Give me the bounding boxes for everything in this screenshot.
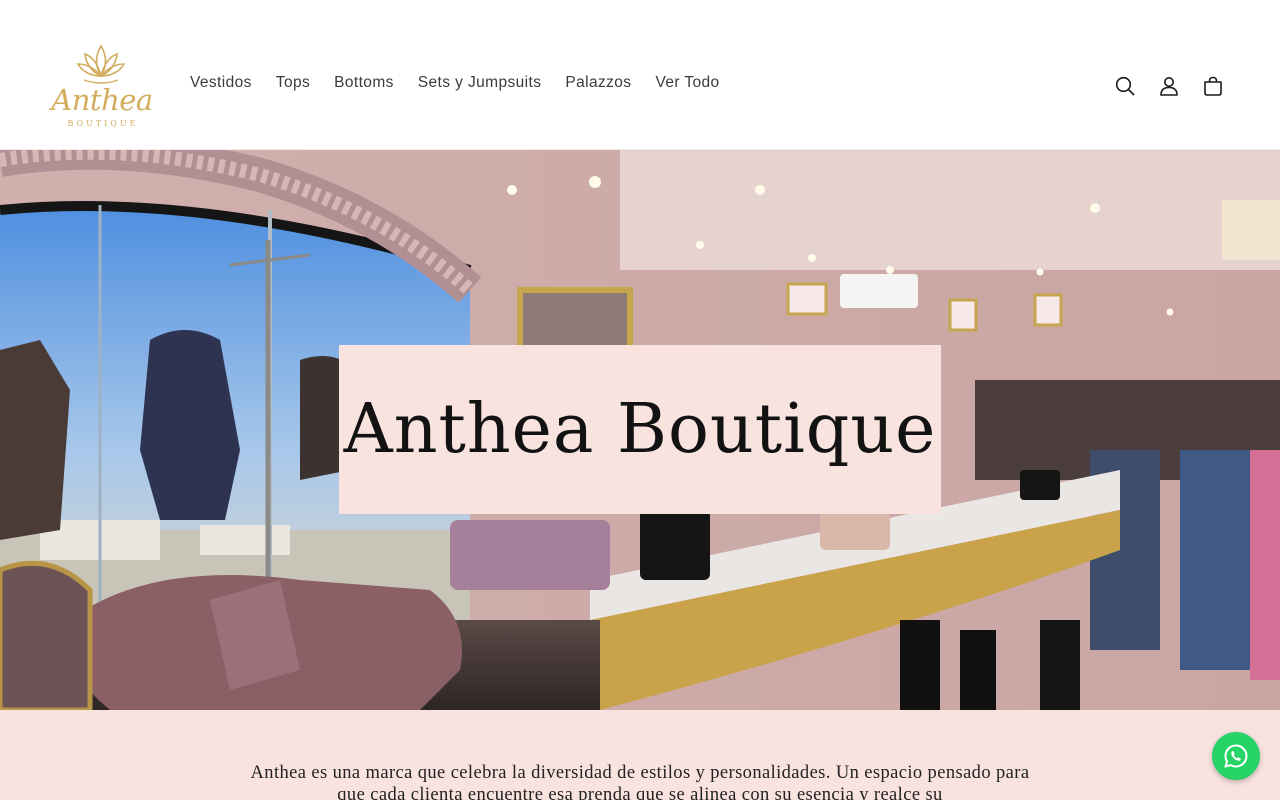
logo-wordmark: Anthea xyxy=(51,83,153,117)
intro-section: Anthea es una marca que celebra la diver… xyxy=(0,710,1280,800)
whatsapp-button[interactable] xyxy=(1212,732,1260,780)
account-button[interactable] xyxy=(1158,74,1180,98)
search-button[interactable] xyxy=(1114,74,1136,98)
main-nav: Vestidos Tops Bottoms Sets y Jumpsuits P… xyxy=(178,74,732,92)
search-icon xyxy=(1115,76,1135,96)
site-header: Anthea BOUTIQUE Vestidos Tops Bottoms Se… xyxy=(0,0,1280,150)
hero-banner: Anthea Boutique xyxy=(0,150,1280,710)
nav-ver-todo[interactable]: Ver Todo xyxy=(643,74,731,92)
nav-vestidos[interactable]: Vestidos xyxy=(178,74,264,92)
nav-sets-jumpsuits[interactable]: Sets y Jumpsuits xyxy=(406,74,554,92)
brand-logo[interactable]: Anthea BOUTIQUE xyxy=(48,42,154,132)
cart-button[interactable] xyxy=(1202,74,1224,98)
whatsapp-icon xyxy=(1224,744,1248,768)
lotus-icon xyxy=(76,44,126,84)
header-icons xyxy=(1114,74,1224,98)
hero-title: Anthea Boutique xyxy=(343,390,937,469)
nav-palazzos[interactable]: Palazzos xyxy=(553,74,643,92)
hero-title-box: Anthea Boutique xyxy=(339,345,941,514)
cart-icon xyxy=(1204,76,1222,96)
logo-subtitle: BOUTIQUE xyxy=(67,119,139,128)
nav-tops[interactable]: Tops xyxy=(264,74,322,92)
nav-bottoms[interactable]: Bottoms xyxy=(322,74,406,92)
intro-text: Anthea es una marca que celebra la diver… xyxy=(250,763,1030,800)
account-icon xyxy=(1160,77,1178,96)
